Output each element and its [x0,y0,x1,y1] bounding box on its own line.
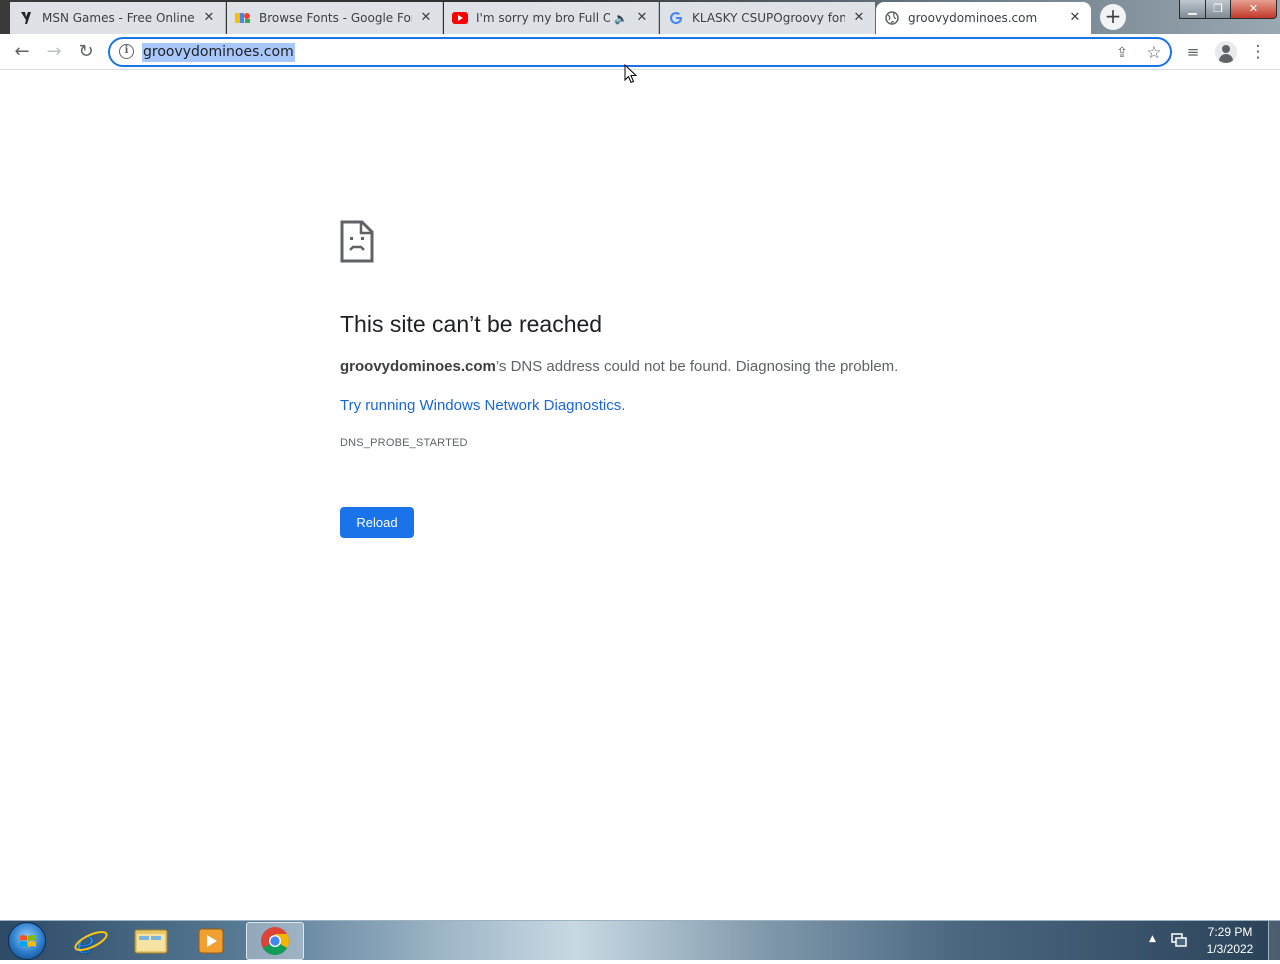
google-fonts-icon [235,10,251,26]
windows-taskbar: e ▲ 7:29 PM 1/3/2022 [0,920,1280,961]
mouse-cursor-icon [624,64,638,84]
browser-toolbar: ← → ↻ i groovydominoes.com ⇪ ☆ ≡ ⋮ [0,34,1280,70]
windows-logo-icon [20,935,36,947]
sad-document-icon [340,220,374,263]
file-explorer-icon[interactable] [122,922,180,960]
network-icon[interactable] [1170,931,1188,949]
tab-google-fonts[interactable]: Browse Fonts - Google Fonts ✕ [227,2,443,34]
url-text[interactable]: groovydominoes.com [142,43,295,62]
share-icon[interactable]: ⇪ [1113,44,1131,62]
new-tab-button[interactable]: + [1100,4,1126,30]
tab-close-icon[interactable]: ✕ [851,10,867,26]
show-hidden-icons-arrow[interactable]: ▲ [1149,934,1156,944]
system-clock[interactable]: 7:29 PM 1/3/2022 [1196,924,1264,958]
profile-avatar-icon[interactable] [1215,41,1237,63]
tab-groovydominoes[interactable]: groovydominoes.com ✕ [876,2,1091,34]
tab-title: Browse Fonts - Google Fonts [259,11,412,25]
error-domain: groovydominoes.com [340,358,496,375]
tab-msn-games[interactable]: MSN Games - Free Online G ✕ [10,2,226,34]
tab-close-icon[interactable]: ✕ [634,10,650,26]
maximize-button[interactable]: ❐ [1205,0,1231,19]
google-icon [668,10,684,26]
clock-date: 1/3/2022 [1206,942,1254,956]
media-controls-icon[interactable]: ≡ [1182,41,1204,63]
globe-icon [884,10,900,26]
media-player-icon[interactable] [182,922,240,960]
speaker-icon[interactable]: 🔈 [614,12,628,25]
tab-strip: MSN Games - Free Online G ✕ Browse Fonts… [0,0,1280,34]
site-info-icon[interactable]: i [119,44,134,59]
clock-time: 7:29 PM [1207,925,1253,939]
diagnostics-suggestion: Try running Windows Network Diagnostics. [340,397,625,414]
reload-button[interactable]: Reload [340,507,414,538]
tab-close-icon[interactable]: ✕ [201,10,217,26]
error-code: DNS_PROBE_STARTED [340,437,468,449]
show-desktop-button[interactable] [1268,921,1280,961]
tab-title: KLASKY CSUPOgroovy font [692,11,845,25]
error-page: This site can’t be reached groovydominoe… [0,71,1280,920]
error-message-text: ’s DNS address could not be found. Diagn… [495,358,899,375]
window-close-button[interactable]: ✕ [1230,0,1277,19]
chrome-icon[interactable] [246,922,304,960]
network-diagnostics-link[interactable]: Try running Windows Network Diagnostics [340,397,621,414]
msn-games-icon [18,10,34,26]
link-suffix: . [621,397,626,414]
minimize-button[interactable]: ▁ [1179,0,1206,19]
reload-toolbar-button[interactable]: ↻ [73,39,99,65]
forward-button[interactable]: → [41,39,67,65]
internet-explorer-icon[interactable]: e [62,922,120,961]
tab-google-search[interactable]: KLASKY CSUPOgroovy font ✕ [660,2,875,34]
error-title: This site can’t be reached [340,311,603,337]
menu-icon[interactable]: ⋮ [1247,41,1269,63]
start-button[interactable] [8,922,46,960]
youtube-icon [452,10,468,26]
address-bar[interactable]: i groovydominoes.com ⇪ ☆ [108,37,1172,67]
tab-close-icon[interactable]: ✕ [418,10,434,26]
back-button[interactable]: ← [9,39,35,65]
tab-title: MSN Games - Free Online G [42,11,195,25]
tab-youtube[interactable]: I'm sorry my bro Full On 🔈 ✕ [444,2,659,34]
error-message: groovydominoes.com’s DNS address could n… [340,358,898,375]
tab-close-icon[interactable]: ✕ [1067,10,1083,26]
tab-title: groovydominoes.com [908,11,1038,25]
tab-title: I'm sorry my bro Full On [476,11,611,25]
bookmark-star-icon[interactable]: ☆ [1145,44,1163,62]
